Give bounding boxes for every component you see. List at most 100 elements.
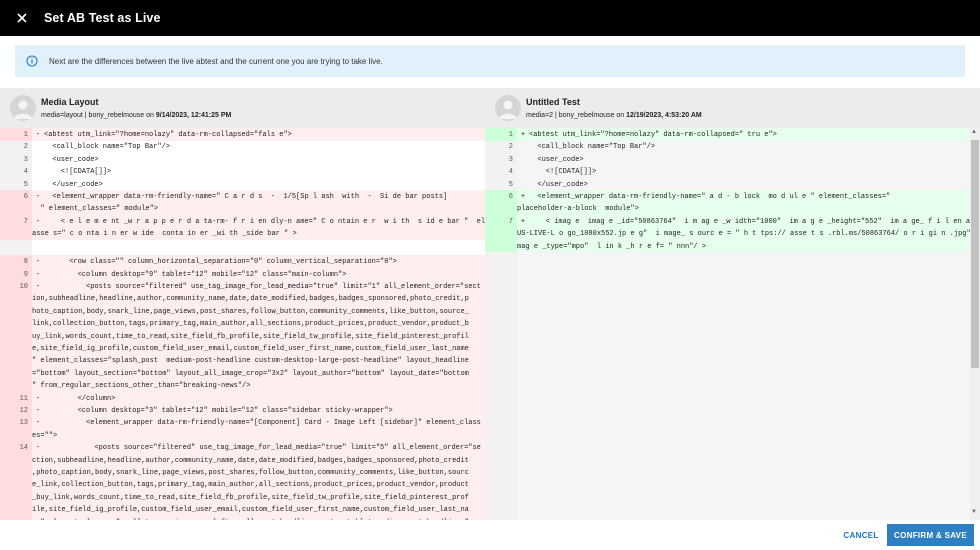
- code-text: placeholder-a-block module">: [517, 205, 639, 214]
- diff-line: uy_link,words_count,time_to_read,site_fi…: [0, 333, 469, 341]
- diff-line: 8- <row class="" column_horizontal_separ…: [0, 258, 397, 266]
- diff-sign: -: [35, 270, 41, 279]
- line-number: [0, 494, 32, 502]
- diff-line: 14- <posts source="filtered" use_tag_ima…: [0, 444, 481, 452]
- line-number: 1: [23, 131, 28, 139]
- code-text: _buy_link,words_count,time_to_read,site_…: [32, 493, 469, 502]
- line-number: 5: [23, 180, 28, 189]
- scroll-down-icon[interactable]: ▼: [971, 509, 977, 515]
- line-number: 5: [508, 180, 513, 189]
- line-number: [0, 506, 32, 514]
- right-diff-pane[interactable]: 1 + <abtest utm_link="?home=nolazy" data-r…: [485, 128, 970, 520]
- line-number: [0, 370, 32, 378]
- line-number: 4: [23, 168, 28, 177]
- line-number: [0, 382, 32, 390]
- left-test-name: Media Layout: [41, 97, 99, 107]
- right-test-meta: media=2 | bony_rebelmouse on 12/19/2023,…: [526, 112, 702, 119]
- diff-sign: -: [35, 193, 41, 201]
- code-text: hoto_caption,body,snark_line,page_views,…: [32, 307, 469, 316]
- diff-line: 9- <column desktop="9" tablet="12" mobil…: [0, 270, 347, 279]
- avatar: [495, 95, 521, 121]
- scrollbar-thumb[interactable]: [971, 140, 979, 368]
- diff-sign: [32, 181, 44, 189]
- line-number: 12: [19, 406, 28, 415]
- diff-line: 6 + <element_wrapper data-rm-friendly-nam…: [485, 193, 890, 201]
- code-text: asse s=" c o nta i n er w ide conta in e…: [32, 230, 297, 239]
- diff-line: 1 + <abtest utm_link="?home=nolazy" data-r…: [485, 131, 777, 139]
- line-number: 13: [19, 419, 28, 428]
- code-text: <![CDATA[]]>: [529, 168, 597, 177]
- diff-line: 5 </user_code>: [485, 181, 588, 189]
- diff-sign: -: [35, 258, 41, 267]
- diff-line: es="">: [0, 432, 57, 440]
- line-number: [0, 457, 32, 465]
- code-text: < e l e m e nt _w r a p p e r d a ta-rm-…: [44, 217, 485, 226]
- diff-line: 2 <call_block name="Top Bar"/>: [0, 143, 170, 151]
- line-number: [0, 357, 32, 365]
- line-number: 2: [508, 143, 513, 152]
- code-text: <element_wrapper data-rm-friendly-name="…: [529, 193, 891, 201]
- info-text: Next are the differences between the liv…: [49, 56, 383, 66]
- diff-line: 6- <element_wrapper data-rm-friendly-nam…: [0, 193, 447, 201]
- diff-line: ction,subheadline,headline,author,commun…: [0, 457, 469, 465]
- code-text: ion,subheadline,headline,author,communit…: [32, 295, 469, 304]
- diff-line: placeholder-a-block module">: [485, 205, 639, 213]
- code-text: <posts source="filtered" use_tag_image_f…: [44, 282, 481, 291]
- left-panel-header: Media Layout media=layout | bony_rebelmo…: [0, 88, 485, 128]
- diff-line: 11- </column>: [0, 394, 116, 403]
- code-text: e,site_field_ig_profile,custom_field_use…: [32, 344, 469, 353]
- code-text: es="">: [32, 431, 58, 440]
- diff-sign: [517, 156, 529, 164]
- code-text: </user_code>: [44, 180, 103, 189]
- diff-line: hoto_caption,body,snark_line,page_views,…: [0, 308, 469, 316]
- line-number: 4: [508, 168, 513, 177]
- diff-line: 3 <user_code>: [0, 156, 99, 164]
- right-panel-header: Untitled Test media=2 | bony_rebelmouse …: [485, 88, 980, 128]
- code-text: <![CDATA[]]>: [44, 168, 112, 177]
- diff-sign: -: [35, 394, 41, 403]
- code-text: ction,subheadline,headline,author,commun…: [32, 456, 469, 465]
- diff-sign: +: [520, 131, 526, 139]
- diff-highlight: [32, 428, 485, 442]
- diff-sign: -: [35, 282, 41, 291]
- diff-line: US-LIVE-L o go_1080x552.jp e g" i mage_ …: [485, 230, 970, 238]
- close-button[interactable]: [0, 0, 44, 36]
- line-number: [0, 333, 32, 341]
- code-text: " element_classes=" module">: [32, 205, 159, 214]
- diff-sign: [517, 143, 529, 151]
- line-number: [0, 320, 32, 328]
- line-number: 14: [19, 444, 28, 453]
- diff-line: 7- < e l e m e nt _w r a p p e r d a ta-…: [0, 218, 485, 226]
- confirm-save-button[interactable]: CONFIRM & SAVE: [887, 524, 974, 546]
- code-text: e_link,collection_button,tags,primary_ta…: [32, 481, 469, 490]
- line-number: [485, 205, 517, 213]
- code-text: <user_code>: [44, 155, 99, 164]
- code-text: </column>: [44, 394, 116, 403]
- line-number: 8: [23, 258, 28, 267]
- code-text: </user_code>: [529, 180, 588, 189]
- diff-line: ="bottom" layout_section="bottom" layout…: [0, 370, 469, 378]
- code-text: <call_block name="Top Bar"/>: [44, 143, 171, 152]
- left-diff-pane[interactable]: 1- <abtest utm_link="?home=nolazy" data-r…: [0, 128, 485, 520]
- modal-title: Set AB Test as Live: [44, 11, 161, 25]
- code-text: <posts source="filtered" use_tag_image_f…: [44, 444, 481, 453]
- code-text: ="bottom" layout_section="bottom" layout…: [32, 369, 469, 378]
- modal-header: Set AB Test as Live: [0, 0, 980, 36]
- line-number: [0, 481, 32, 489]
- code-text: < imag e imag e _id="50863764" i m ag e …: [529, 217, 970, 226]
- line-number: [0, 295, 32, 303]
- line-number: 6: [23, 193, 28, 201]
- diff-line: e_link,collection_button,tags,primary_ta…: [0, 481, 469, 489]
- code-text: <user_code>: [529, 155, 584, 164]
- diff-line: 1- <abtest utm_link="?home=nolazy" data-r…: [0, 131, 292, 139]
- code-text: <call_block name="Top Bar"/>: [529, 143, 656, 152]
- line-number: 10: [19, 282, 28, 291]
- scroll-up-icon[interactable]: ▲: [971, 129, 977, 135]
- diff-sign: +: [520, 217, 526, 226]
- code-text: uy_link,words_count,time_to_read,site_fi…: [32, 332, 469, 341]
- line-number: [0, 205, 32, 213]
- line-number: [0, 432, 32, 440]
- cancel-button[interactable]: CANCEL: [838, 524, 884, 546]
- diff-line: e,site_field_ig_profile,custom_field_use…: [0, 345, 469, 353]
- line-number: 1: [508, 131, 513, 139]
